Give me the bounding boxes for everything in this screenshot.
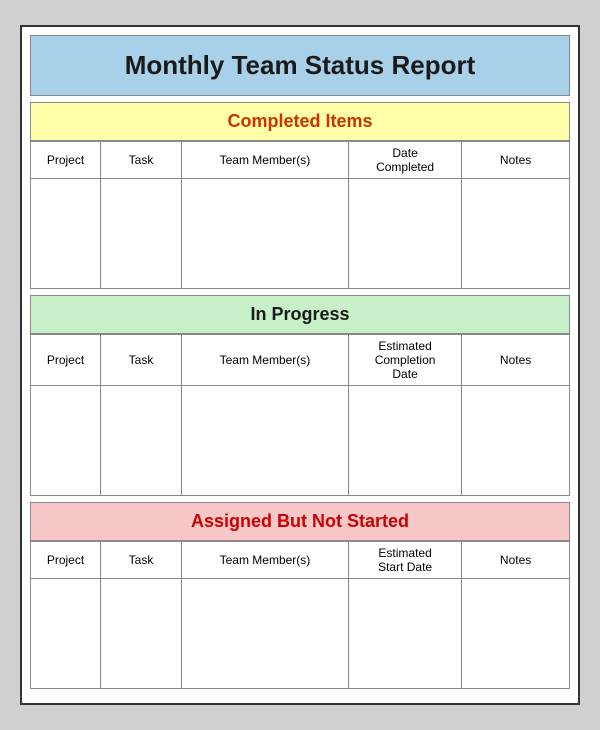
in-progress-col-notes: Notes [462, 335, 570, 386]
assigned-table: Project Task Team Member(s) EstimatedSta… [30, 541, 570, 689]
assigned-data-date [348, 579, 461, 689]
completed-section: Completed Items Project Task Team Member… [30, 102, 570, 289]
in-progress-data-row [31, 386, 570, 496]
assigned-data-members [181, 579, 348, 689]
assigned-data-task [101, 579, 182, 689]
completed-header-row: Project Task Team Member(s) DateComplete… [31, 142, 570, 179]
in-progress-data-task [101, 386, 182, 496]
completed-section-header: Completed Items [30, 102, 570, 141]
report-container: Monthly Team Status Report Completed Ite… [20, 25, 580, 705]
assigned-section-header: Assigned But Not Started [30, 502, 570, 541]
in-progress-data-date [348, 386, 461, 496]
in-progress-section: In Progress Project Task Team Member(s) … [30, 295, 570, 496]
assigned-data-row [31, 579, 570, 689]
assigned-data-notes [462, 579, 570, 689]
in-progress-header-row: Project Task Team Member(s) EstimatedCom… [31, 335, 570, 386]
in-progress-col-task: Task [101, 335, 182, 386]
in-progress-section-header: In Progress [30, 295, 570, 334]
completed-col-project: Project [31, 142, 101, 179]
completed-col-task: Task [101, 142, 182, 179]
completed-col-members: Team Member(s) [181, 142, 348, 179]
completed-data-row [31, 179, 570, 289]
in-progress-data-members [181, 386, 348, 496]
assigned-header-row: Project Task Team Member(s) EstimatedSta… [31, 542, 570, 579]
assigned-data-project [31, 579, 101, 689]
in-progress-table: Project Task Team Member(s) EstimatedCom… [30, 334, 570, 496]
completed-table: Project Task Team Member(s) DateComplete… [30, 141, 570, 289]
assigned-col-date: EstimatedStart Date [348, 542, 461, 579]
completed-data-notes [462, 179, 570, 289]
in-progress-col-project: Project [31, 335, 101, 386]
in-progress-data-project [31, 386, 101, 496]
in-progress-col-members: Team Member(s) [181, 335, 348, 386]
assigned-col-project: Project [31, 542, 101, 579]
in-progress-col-date: EstimatedCompletionDate [348, 335, 461, 386]
completed-col-date: DateCompleted [348, 142, 461, 179]
report-title: Monthly Team Status Report [30, 35, 570, 96]
completed-col-notes: Notes [462, 142, 570, 179]
completed-data-task [101, 179, 182, 289]
assigned-col-task: Task [101, 542, 182, 579]
completed-data-project [31, 179, 101, 289]
assigned-col-members: Team Member(s) [181, 542, 348, 579]
completed-data-date [348, 179, 461, 289]
assigned-col-notes: Notes [462, 542, 570, 579]
completed-data-members [181, 179, 348, 289]
assigned-section: Assigned But Not Started Project Task Te… [30, 502, 570, 689]
in-progress-data-notes [462, 386, 570, 496]
